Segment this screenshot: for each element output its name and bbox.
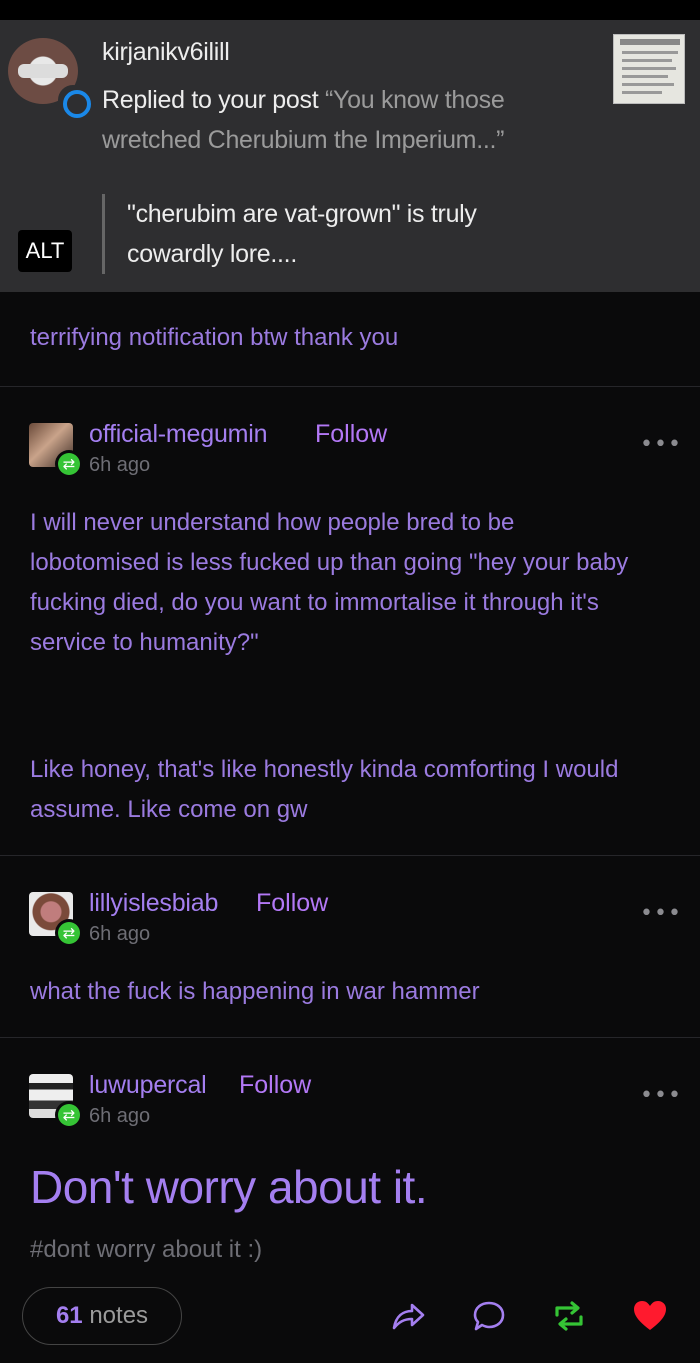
post-thumbnail <box>613 34 685 104</box>
more-options-icon[interactable]: ••• <box>640 1083 682 1108</box>
notification-screenshot[interactable]: kirjanikv6ilill Replied to your post “Yo… <box>0 20 700 292</box>
username[interactable]: lillyislesbiab <box>89 889 218 918</box>
notification-quote: "cherubim are vat-grown" is truly coward… <box>102 194 502 274</box>
reblog-badge-icon: ⇄ <box>55 450 83 478</box>
username[interactable]: luwupercal <box>89 1071 207 1100</box>
username[interactable]: official-megumin <box>89 420 268 449</box>
reply-badge-icon <box>58 85 91 118</box>
follow-button[interactable]: Follow <box>315 420 387 449</box>
more-options-icon[interactable]: ••• <box>640 432 682 457</box>
follow-button[interactable]: Follow <box>239 1071 311 1100</box>
divider <box>0 1037 700 1038</box>
reply-icon[interactable] <box>471 1298 507 1334</box>
timestamp: 6h ago <box>89 454 151 476</box>
timestamp: 6h ago <box>89 923 151 945</box>
reblog-icon[interactable] <box>551 1298 587 1334</box>
status-bar <box>0 0 700 20</box>
divider <box>0 386 700 387</box>
reblog-badge-icon: ⇄ <box>55 919 83 947</box>
heart-icon[interactable] <box>632 1298 668 1334</box>
notification-text: Replied to your post “You know those wre… <box>102 80 522 160</box>
alt-text-badge[interactable]: ALT <box>18 230 72 272</box>
post-body: what the fuck is happening in war hammer <box>30 978 480 1005</box>
notes-button[interactable]: 61 notes <box>22 1287 182 1345</box>
notes-label: notes <box>89 1302 149 1329</box>
notification-username: kirjanikv6ilill <box>102 38 230 66</box>
divider <box>0 855 700 856</box>
notification-lead: Replied to your post <box>102 86 319 114</box>
post-body: I will never understand how people bred … <box>30 509 629 656</box>
notes-count: 61 <box>55 1302 83 1329</box>
reblog-badge-icon: ⇄ <box>55 1101 83 1129</box>
post-caption: terrifying notification btw thank you <box>30 324 399 351</box>
post-tag[interactable]: #dont worry about it :) <box>30 1236 262 1264</box>
post-body-continued: Like honey, that's like honestly kinda c… <box>30 756 619 823</box>
timestamp: 6h ago <box>89 1105 151 1127</box>
more-options-icon[interactable]: ••• <box>640 901 682 926</box>
post-heading: Don't worry about it. <box>30 1161 428 1213</box>
follow-button[interactable]: Follow <box>256 889 328 918</box>
share-icon[interactable] <box>390 1298 426 1334</box>
